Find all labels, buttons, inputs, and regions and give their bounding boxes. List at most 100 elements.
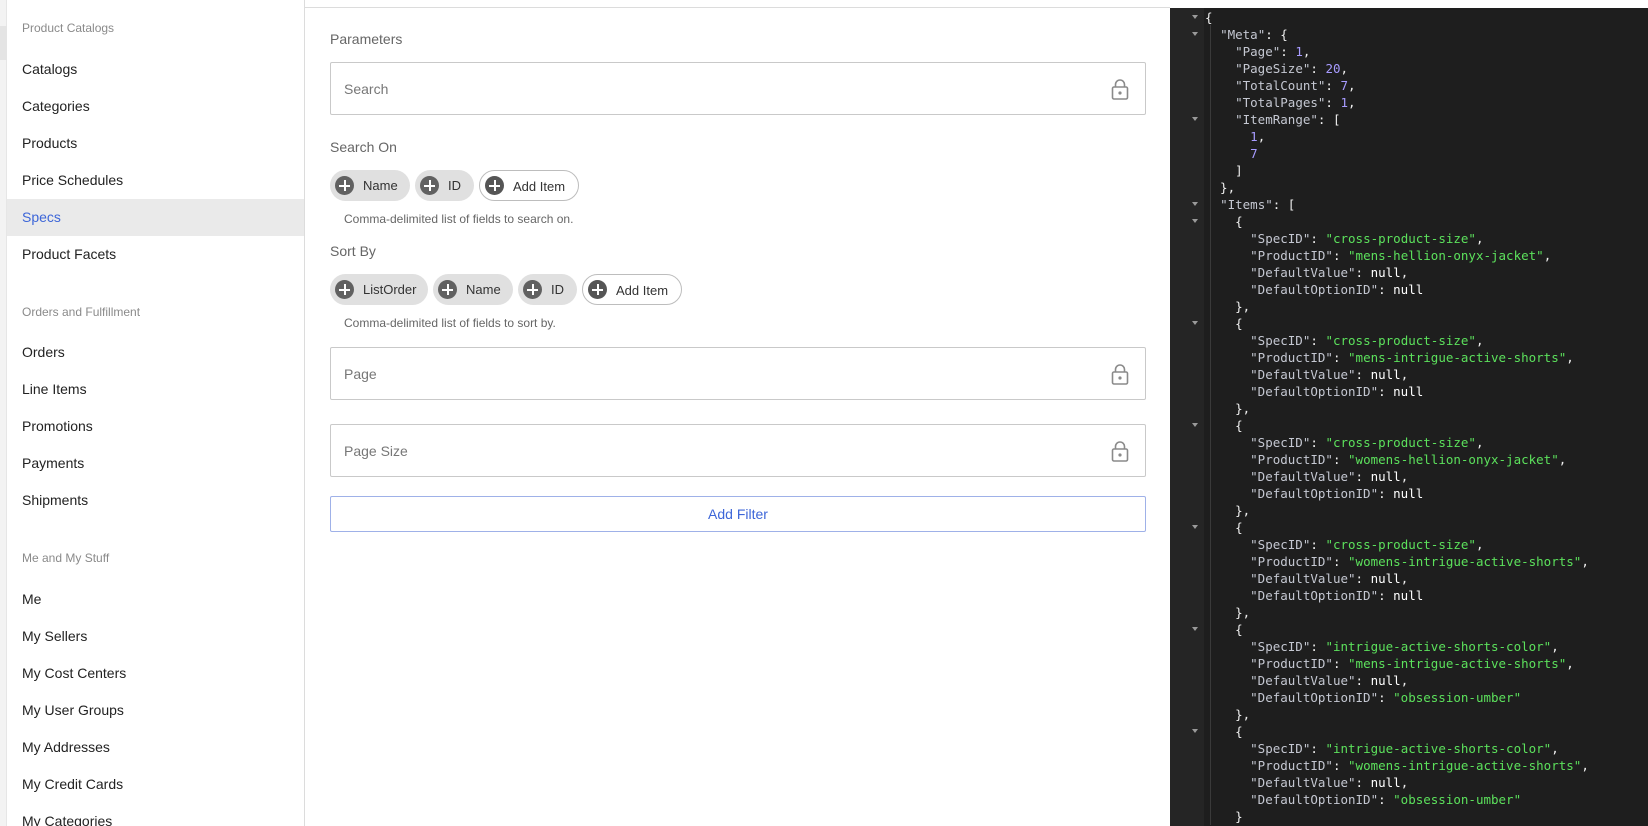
fold-toggle-icon[interactable]	[1192, 627, 1198, 631]
code-line: },	[1205, 503, 1251, 518]
chip-label: Name	[466, 282, 501, 297]
lock-icon[interactable]	[1111, 78, 1129, 100]
sidebar-item-my-addresses[interactable]: My Addresses	[7, 729, 304, 766]
sort-by-chip-name[interactable]: Name	[433, 274, 513, 305]
search-on-chip-name[interactable]: Name	[330, 170, 410, 201]
plus-circle-icon	[485, 176, 504, 195]
fold-toggle-icon[interactable]	[1192, 729, 1198, 733]
page-size-input[interactable]	[344, 425, 1084, 476]
code-line: "DefaultValue": null,	[1250, 571, 1409, 586]
search-on-helper: Comma-delimited list of fields to search…	[344, 212, 574, 226]
nav-group-title: Product Catalogs	[22, 21, 115, 35]
sidebar-item-me[interactable]: Me	[7, 581, 304, 618]
page-input[interactable]	[344, 348, 1084, 399]
fold-toggle-icon[interactable]	[1192, 32, 1198, 36]
code-line: "SpecID": "intrigue-active-shorts-color"…	[1250, 741, 1559, 756]
code-line: "Page": 1,	[1235, 44, 1311, 59]
search-field	[330, 62, 1146, 115]
code-line: ]	[1205, 163, 1243, 178]
fold-toggle-icon[interactable]	[1192, 117, 1198, 121]
sidebar-item-catalogs[interactable]: Catalogs	[7, 51, 304, 88]
sidebar-item-my-categories[interactable]: My Categories	[7, 803, 304, 826]
code-line: {	[1205, 520, 1243, 535]
page-field	[330, 347, 1146, 400]
fold-toggle-icon[interactable]	[1192, 423, 1198, 427]
search-on-chips: Name ID Add Item	[330, 170, 590, 201]
plus-circle-icon	[420, 176, 439, 195]
parameters-label: Parameters	[330, 31, 403, 47]
fold-toggle-icon[interactable]	[1192, 525, 1198, 529]
response-code-panel[interactable]: { "Meta": { "Page": 1, "PageSize": 20, "…	[1170, 8, 1648, 826]
code-line: },	[1205, 707, 1251, 722]
code-line: "PageSize": 20,	[1235, 61, 1349, 76]
code-line: "DefaultValue": null,	[1250, 367, 1409, 382]
code-line: "SpecID": "cross-product-size",	[1250, 537, 1484, 552]
code-line: 1,	[1250, 129, 1266, 144]
sort-by-helper: Comma-delimited list of fields to sort b…	[344, 316, 556, 330]
sidebar-item-my-sellers[interactable]: My Sellers	[7, 618, 304, 655]
sidebar-item-specs[interactable]: Specs	[7, 199, 304, 236]
add-item-label: Add Item	[513, 179, 566, 194]
nav-group-title: Me and My Stuff	[22, 551, 110, 565]
code-line: "DefaultValue": null,	[1250, 673, 1409, 688]
code-line: },	[1205, 180, 1236, 195]
sidebar-item-my-cost-centers[interactable]: My Cost Centers	[7, 655, 304, 692]
code-line: "ItemRange": [	[1235, 112, 1341, 127]
search-on-chip-id[interactable]: ID	[415, 170, 474, 201]
code-line: "DefaultOptionID": null	[1250, 384, 1424, 399]
code-line: 7	[1250, 146, 1258, 161]
app-root: Product Catalogs Catalogs Categories Pro…	[0, 0, 1648, 826]
sidebar: Product Catalogs Catalogs Categories Pro…	[0, 0, 305, 826]
sort-by-chip-id[interactable]: ID	[518, 274, 577, 305]
fold-toggle-icon[interactable]	[1192, 15, 1198, 19]
sidebar-item-product-facets[interactable]: Product Facets	[7, 236, 304, 273]
code-gutter	[1170, 8, 1204, 826]
code-line: "ProductID": "mens-intrigue-active-short…	[1250, 656, 1574, 671]
sidebar-item-shipments[interactable]: Shipments	[7, 482, 304, 519]
sort-by-chips: ListOrder Name ID Add Item	[330, 274, 690, 305]
sidebar-item-my-credit-cards[interactable]: My Credit Cards	[7, 766, 304, 803]
code-line: {	[1205, 418, 1243, 433]
code-line: "TotalCount": 7,	[1235, 78, 1356, 93]
lock-icon[interactable]	[1111, 440, 1129, 462]
add-filter-button[interactable]: Add Filter	[330, 496, 1146, 532]
fold-toggle-icon[interactable]	[1192, 219, 1198, 223]
response-json: { "Meta": { "Page": 1, "PageSize": 20, "…	[1205, 8, 1648, 826]
sort-by-chip-listorder[interactable]: ListOrder	[330, 274, 428, 305]
code-line: },	[1205, 401, 1251, 416]
lock-icon[interactable]	[1111, 363, 1129, 385]
code-line: "SpecID": "intrigue-active-shorts-color"…	[1250, 639, 1559, 654]
code-line: "ProductID": "womens-intrigue-active-sho…	[1250, 554, 1589, 569]
sidebar-item-price-schedules[interactable]: Price Schedules	[7, 162, 304, 199]
plus-circle-icon	[523, 280, 542, 299]
parameters-panel: Parameters Search On Name ID Add Item	[305, 0, 1170, 826]
search-input[interactable]	[344, 63, 1084, 114]
search-on-add-item-button[interactable]: Add Item	[479, 170, 579, 201]
sidebar-item-orders[interactable]: Orders	[7, 334, 304, 371]
sidebar-item-promotions[interactable]: Promotions	[7, 408, 304, 445]
sidebar-item-my-user-groups[interactable]: My User Groups	[7, 692, 304, 729]
code-line: "DefaultValue": null,	[1250, 469, 1409, 484]
sidebar-item-categories[interactable]: Categories	[7, 88, 304, 125]
code-line: {	[1205, 622, 1243, 637]
fold-toggle-icon[interactable]	[1192, 321, 1198, 325]
sort-by-label: Sort By	[330, 243, 376, 259]
code-line: }	[1205, 809, 1243, 824]
sidebar-item-payments[interactable]: Payments	[7, 445, 304, 482]
code-line: "ProductID": "womens-intrigue-active-sho…	[1250, 758, 1589, 773]
sidebar-item-line-items[interactable]: Line Items	[7, 371, 304, 408]
code-line: "ProductID": "mens-hellion-onyx-jacket",	[1250, 248, 1552, 263]
fold-toggle-icon[interactable]	[1192, 202, 1198, 206]
code-line: "DefaultOptionID": "obsession-umber"	[1250, 792, 1522, 807]
code-line: "DefaultValue": null,	[1250, 265, 1409, 280]
code-line: "TotalPages": 1,	[1235, 95, 1356, 110]
code-line: "DefaultValue": null,	[1250, 775, 1409, 790]
code-line: "DefaultOptionID": null	[1250, 588, 1424, 603]
sort-by-add-item-button[interactable]: Add Item	[582, 274, 682, 305]
code-line: "SpecID": "cross-product-size",	[1250, 231, 1484, 246]
nav-group-title: Orders and Fulfillment	[22, 305, 141, 319]
code-line: {	[1205, 10, 1213, 25]
code-line: "DefaultOptionID": null	[1250, 282, 1424, 297]
plus-circle-icon	[335, 280, 354, 299]
sidebar-item-products[interactable]: Products	[7, 125, 304, 162]
